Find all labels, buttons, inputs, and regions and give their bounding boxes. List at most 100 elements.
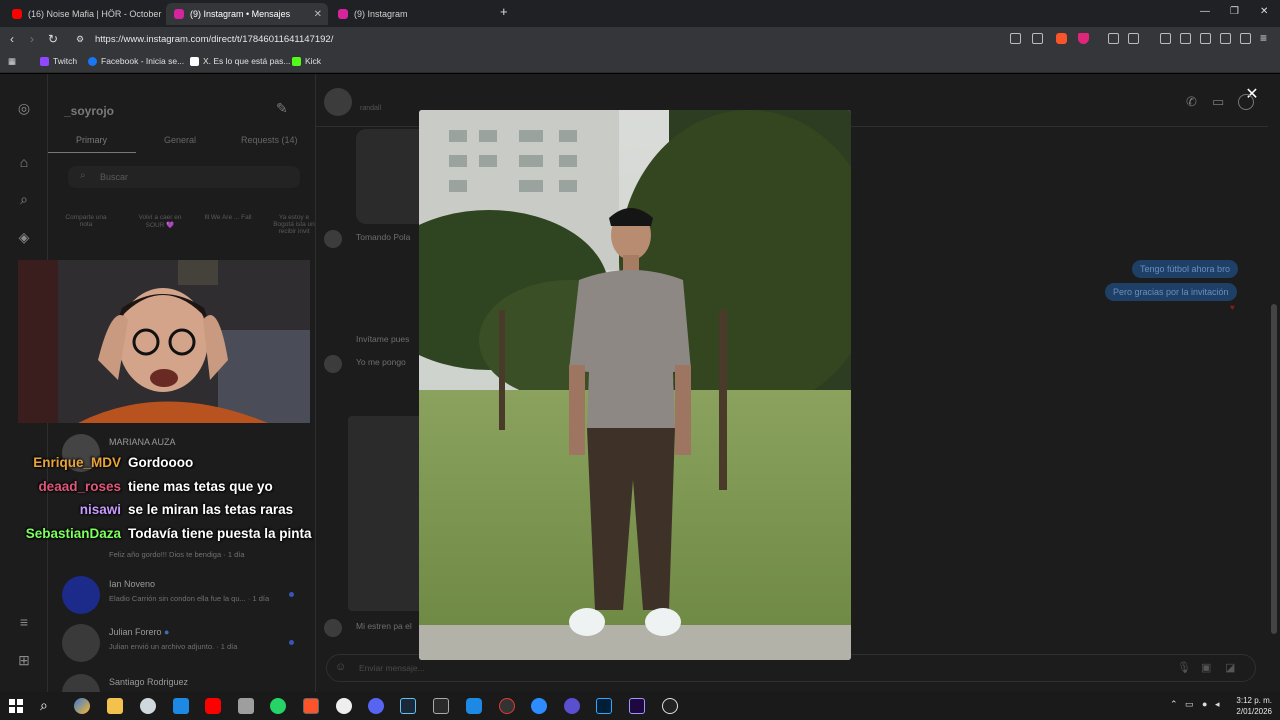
chat-line: Enrique_MDV Gordoooo	[0, 455, 360, 473]
bookmark-facebook[interactable]: Facebook - Inicia se...	[88, 56, 184, 66]
more-icon[interactable]: ⊞	[16, 652, 32, 668]
conversation-name: Santiago Rodriguez	[109, 677, 189, 687]
scrollbar[interactable]	[1268, 74, 1280, 692]
conversation-item[interactable]: Santiago Rodriguez	[62, 670, 312, 692]
apps-grid-icon[interactable]: ▦	[8, 56, 16, 67]
wallet-icon[interactable]	[1128, 33, 1139, 44]
close-tab-icon[interactable]: ✕	[314, 9, 322, 20]
chat-message: Todavía tiene puesta la pinta	[128, 526, 312, 541]
tab-general[interactable]: General	[164, 135, 196, 145]
tab-instagram-messages[interactable]: (9) Instagram • Mensajes ✕	[166, 3, 328, 25]
leo-icon[interactable]	[1220, 33, 1231, 44]
menu-icon[interactable]: ≡	[16, 614, 32, 630]
thread-avatar[interactable]	[324, 88, 352, 116]
image-icon[interactable]: ▣	[1201, 661, 1211, 674]
info-icon[interactable]	[1238, 94, 1254, 110]
start-icon[interactable]	[9, 699, 23, 713]
vpn-icon[interactable]	[1240, 33, 1251, 44]
tab-requests[interactable]: Requests (14)	[241, 135, 298, 145]
new-tab-button[interactable]: +	[500, 4, 508, 19]
incoming-message: Invítame pues	[356, 334, 410, 344]
search-icon[interactable]: ⌕	[16, 191, 32, 207]
url-field[interactable]: https://www.instagram.com/direct/t/17846…	[95, 34, 333, 45]
minimize-button[interactable]: —	[1200, 6, 1210, 17]
back-icon[interactable]: ‹	[10, 32, 14, 46]
brave-rewards-icon[interactable]	[1078, 33, 1089, 44]
app-icon[interactable]	[499, 698, 515, 714]
tab-primary[interactable]: Primary	[76, 135, 107, 145]
bookmark-kick[interactable]: Kick	[292, 56, 321, 66]
app-icon[interactable]	[140, 698, 156, 714]
extensions-icon[interactable]	[1108, 33, 1119, 44]
media-encoder-icon[interactable]	[629, 698, 645, 714]
note-item[interactable]: Ya estoy e Bogotá ista un recibir invit	[272, 214, 316, 235]
steam-icon[interactable]	[400, 698, 416, 714]
app-icon[interactable]	[662, 698, 678, 714]
copilot-icon[interactable]	[74, 698, 90, 714]
home-icon[interactable]: ⌂	[16, 154, 32, 170]
sticker-icon[interactable]: ◪	[1225, 661, 1235, 674]
discord-icon[interactable]	[368, 698, 384, 714]
maximize-button[interactable]: ❐	[1230, 6, 1239, 17]
reload-icon[interactable]: ↻	[48, 32, 58, 46]
avatar	[62, 576, 100, 614]
app-icon[interactable]	[466, 698, 482, 714]
account-username[interactable]: _soyrojo	[64, 104, 114, 118]
explore-icon[interactable]: ◈	[16, 229, 32, 245]
conversation-item[interactable]: Julian Forero ● Julian envió un archivo …	[62, 620, 312, 664]
thread-header-name[interactable]: randall	[360, 105, 381, 112]
system-clock[interactable]: 3:12 p. m. 2/01/2026	[1236, 695, 1272, 717]
shared-photo[interactable]	[348, 416, 428, 611]
bookmark-x[interactable]: X. Es lo que está pas...	[190, 56, 290, 66]
youtube-icon[interactable]	[205, 698, 221, 714]
search-placeholder: Buscar	[100, 172, 129, 182]
whatsapp-icon[interactable]	[270, 698, 286, 714]
photo-viewer[interactable]	[419, 110, 851, 660]
tray-chevron-icon[interactable]: ⌃	[1170, 699, 1178, 710]
epic-games-icon[interactable]	[433, 698, 449, 714]
note-item[interactable]: Ill We Are ... Fall	[198, 214, 258, 221]
tab-title: (9) Instagram • Mensajes	[190, 9, 291, 19]
conversation-item[interactable]: Ian Noveno Eladio Carrión sin condon ell…	[62, 572, 312, 616]
mic-icon[interactable]: 🎙	[1177, 661, 1191, 674]
screen-icon[interactable]	[1010, 33, 1021, 44]
search-box[interactable]: ⌕ Buscar	[68, 166, 300, 188]
conversation-name: Ian Noveno	[109, 579, 156, 589]
close-window-button[interactable]: ✕	[1260, 6, 1268, 17]
file-explorer-icon[interactable]	[107, 698, 123, 714]
brave-icon[interactable]	[303, 698, 319, 714]
bookmark-twitch[interactable]: Twitch	[40, 56, 77, 66]
music-icon[interactable]	[1160, 33, 1171, 44]
search-icon[interactable]: ⌕	[40, 697, 48, 714]
video-icon[interactable]: ▭	[1212, 94, 1224, 110]
clock-time: 3:12 p. m.	[1236, 696, 1272, 705]
tab-instagram[interactable]: (9) Instagram	[330, 3, 492, 25]
app-icon[interactable]	[238, 698, 254, 714]
mic-icon[interactable]: ●	[1202, 699, 1207, 709]
photo-image	[419, 110, 851, 660]
forward-icon[interactable]: ›	[30, 32, 34, 46]
volume-icon[interactable]: ◂	[1215, 699, 1220, 710]
instagram-logo-icon[interactable]: ◎	[16, 100, 32, 116]
app-icon[interactable]	[564, 698, 580, 714]
tab-youtube[interactable]: (16) Noise Mafia | HÖR - October 12	[4, 3, 164, 25]
zoom-icon[interactable]	[531, 698, 547, 714]
phone-icon[interactable]: ✆	[1186, 94, 1197, 110]
windows-taskbar: ⌕ ⌃ ▭ ● ◂ 3:12 p. m. 2/01/2026	[0, 692, 1280, 720]
note-own[interactable]: Comparte una nota	[62, 214, 110, 228]
brave-shield-icon[interactable]	[1056, 33, 1067, 44]
store-icon[interactable]	[173, 698, 189, 714]
obs-icon[interactable]	[336, 698, 352, 714]
photoshop-icon[interactable]	[596, 698, 612, 714]
emoji-icon[interactable]: ☺	[335, 661, 346, 673]
network-icon[interactable]: ▭	[1185, 699, 1194, 710]
scrollbar-thumb[interactable]	[1271, 304, 1277, 634]
note-item[interactable]: Volví a caer en SOUR 💜	[132, 214, 188, 229]
site-info-icon[interactable]: ⚙	[76, 34, 84, 45]
menu-icon[interactable]: ≡	[1260, 31, 1267, 45]
tab-title: (16) Noise Mafia | HÖR - October 12	[28, 9, 164, 19]
edit-icon[interactable]: ✎	[276, 100, 288, 117]
sidebar-icon[interactable]	[1180, 33, 1191, 44]
wallet-alt-icon[interactable]	[1200, 33, 1211, 44]
share-icon[interactable]	[1032, 33, 1043, 44]
